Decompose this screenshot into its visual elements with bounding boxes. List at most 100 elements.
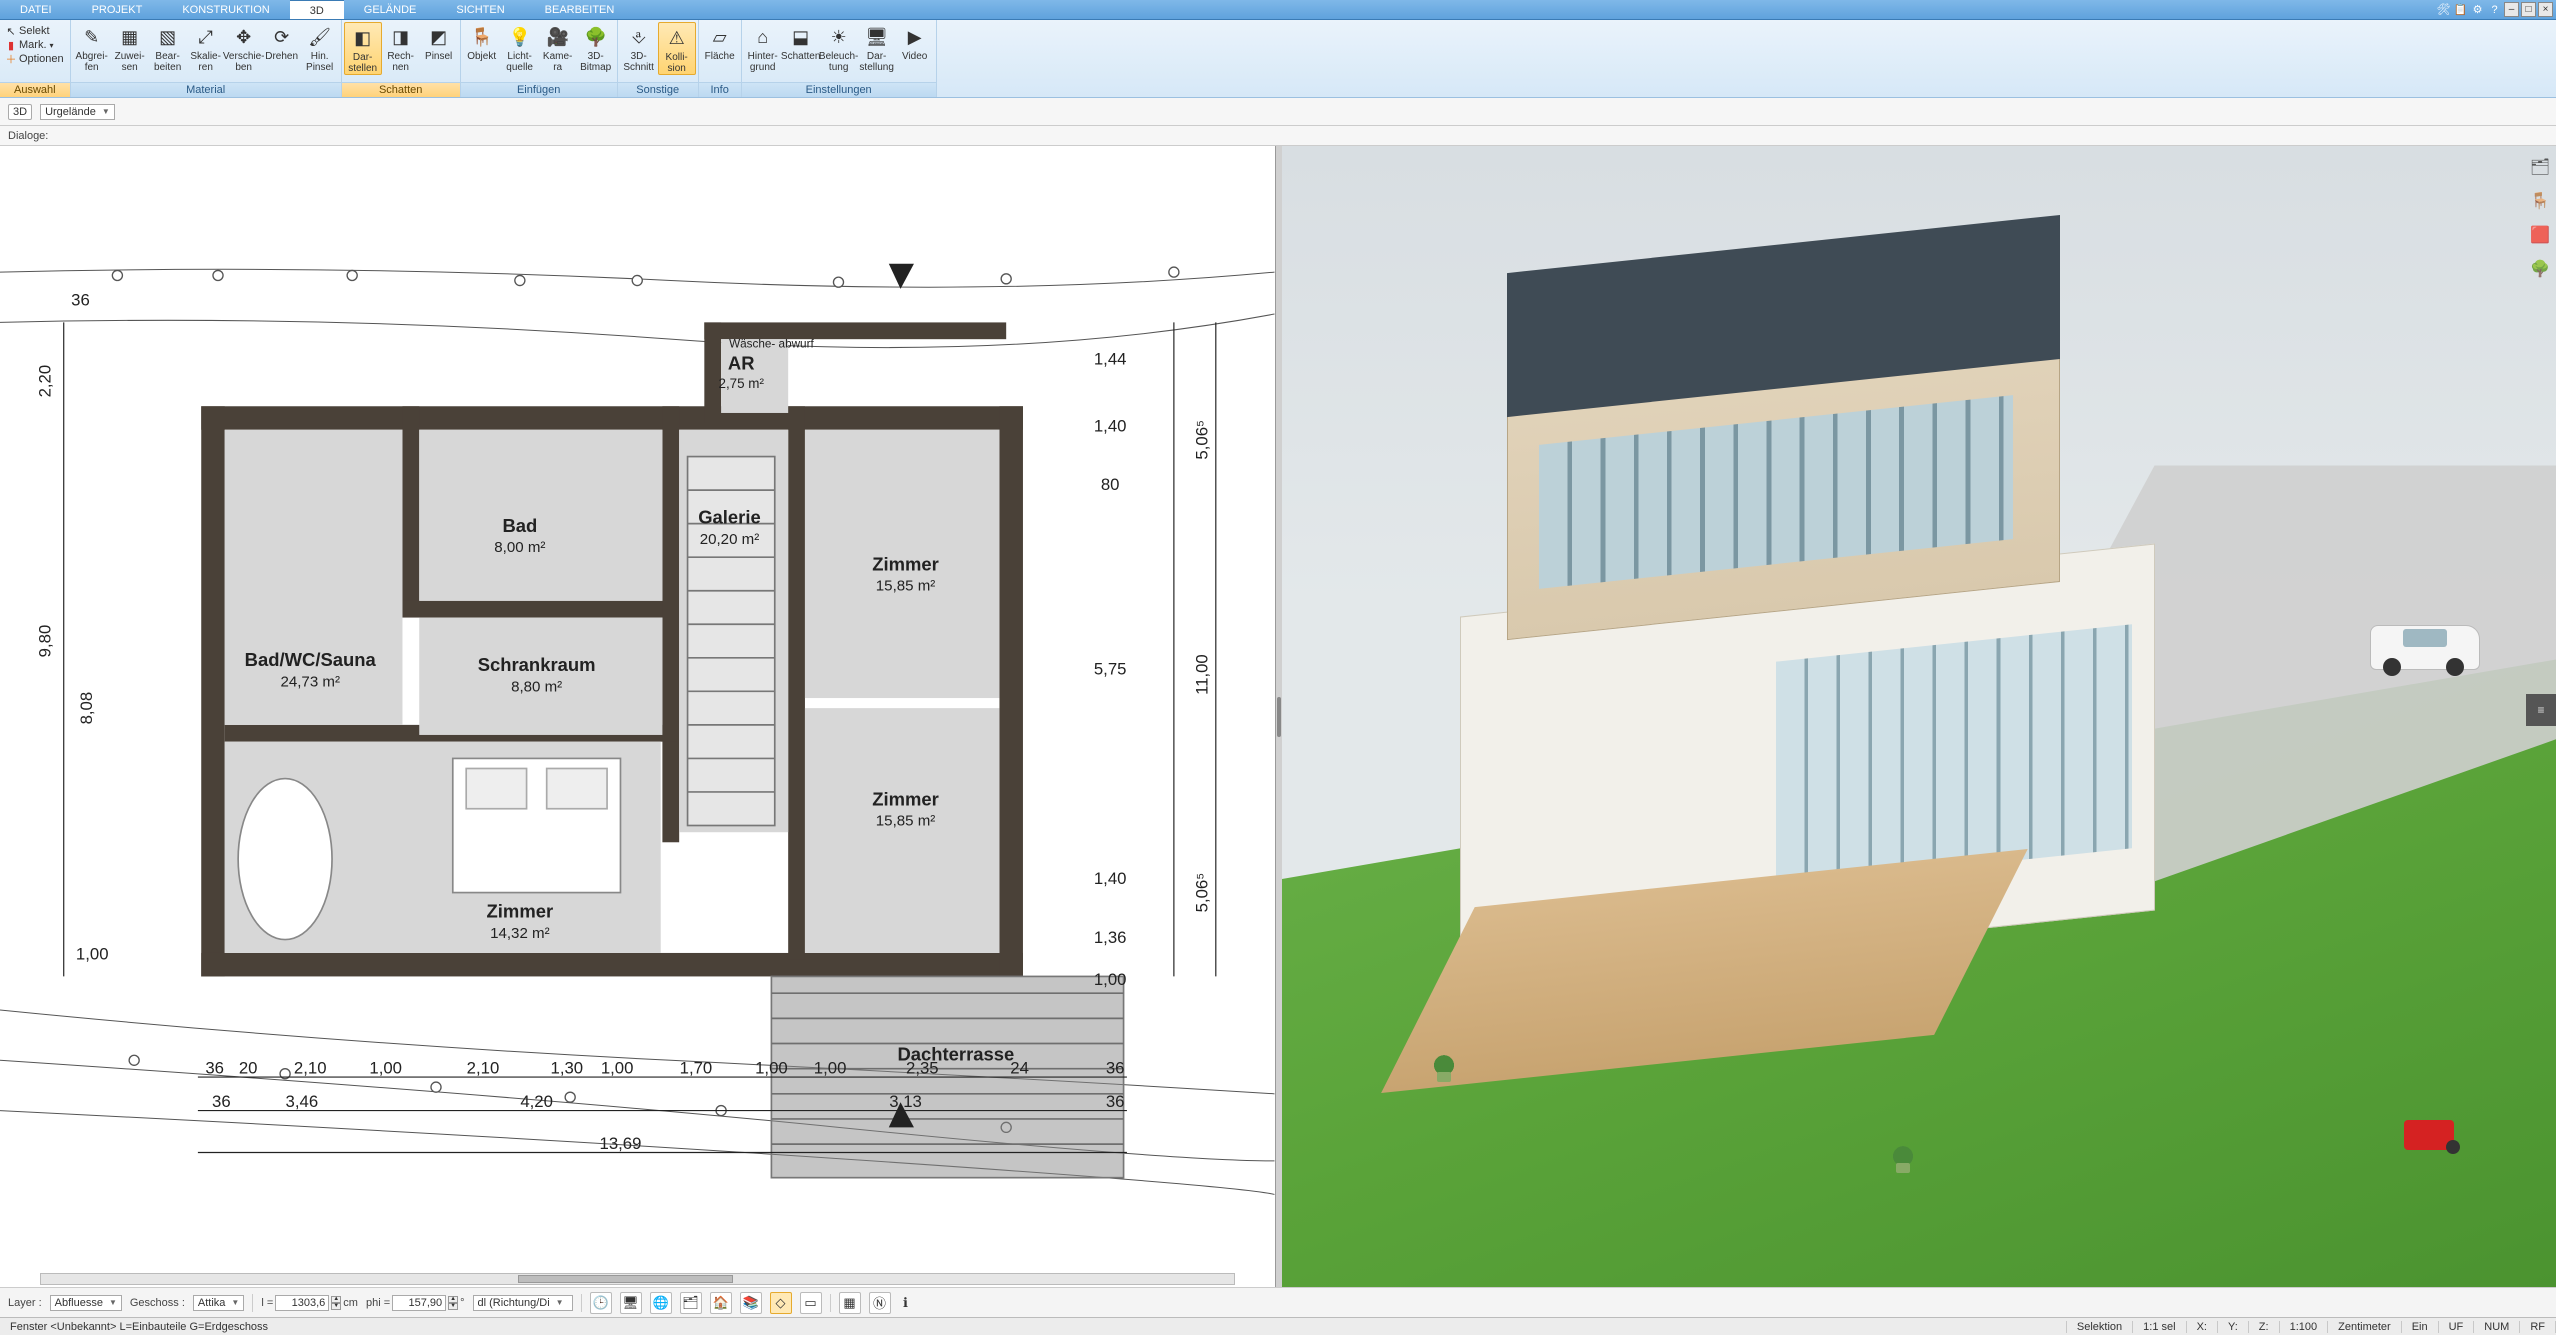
- clipboard-icon[interactable]: 📋: [2453, 2, 2468, 17]
- status-uf: UF: [2439, 1321, 2475, 1333]
- layers-icon[interactable]: 🗂: [2529, 156, 2551, 178]
- dialog-bar: Dialoge:: [0, 126, 2556, 146]
- svg-text:36: 36: [1106, 1092, 1125, 1111]
- einfuegen-lichtquelle[interactable]: 💡Licht- quelle: [501, 22, 539, 73]
- einst-video[interactable]: ▶Video: [896, 22, 934, 62]
- material-drehen[interactable]: ⟳Drehen: [263, 22, 301, 62]
- svg-text:20: 20: [239, 1059, 258, 1078]
- material-zuweisen[interactable]: ▦Zuwei- sen: [111, 22, 149, 73]
- window-minimize[interactable]: –: [2504, 2, 2519, 17]
- svg-text:3,46: 3,46: [286, 1092, 319, 1111]
- furniture-icon[interactable]: 🪑: [2529, 190, 2551, 212]
- material-hinpinsel[interactable]: 🖌Hin. Pinsel: [301, 22, 339, 73]
- plane-toggle-icon[interactable]: ▭: [800, 1292, 822, 1314]
- window-close[interactable]: ×: [2538, 2, 2553, 17]
- plus-icon: ＋: [6, 54, 16, 64]
- 3d-pane[interactable]: 🗂 🪑 🟥 🌳 ≡: [1282, 146, 2556, 1287]
- svg-text:Zimmer: Zimmer: [487, 901, 554, 922]
- ribbon-group-schatten: ◧Dar- stellen ◨Rech- nen ◩Pinsel Schatte…: [342, 20, 461, 97]
- einfuegen-3dbitmap[interactable]: 🌳3D- Bitmap: [577, 22, 615, 73]
- house-toggle-icon[interactable]: 🏠: [710, 1292, 732, 1314]
- assign-icon: ▦: [116, 25, 144, 49]
- tab-sichten[interactable]: SICHTEN: [436, 0, 524, 19]
- svg-text:Galerie: Galerie: [698, 507, 761, 528]
- einfuegen-kamera[interactable]: 🎥Kame- ra: [539, 22, 577, 73]
- status-left: Fenster <Unbekannt> L=Einbauteile G=Erdg…: [0, 1321, 2067, 1333]
- floorplan-scrollbar[interactable]: [40, 1273, 1235, 1285]
- terrain-combo[interactable]: Urgelände▼: [40, 104, 115, 120]
- sonstige-3dschnitt[interactable]: ⎀3D- Schnitt: [620, 22, 658, 73]
- svg-text:36: 36: [212, 1092, 231, 1111]
- layer-toggle-icon[interactable]: ◇: [770, 1292, 792, 1314]
- ribbon-label-schatten: Schatten: [342, 82, 460, 97]
- palette-icon[interactable]: 🟥: [2529, 224, 2551, 246]
- options-button[interactable]: ＋Optionen: [6, 53, 64, 65]
- sonstige-kollision[interactable]: ⚠Kolli- sion: [658, 22, 696, 75]
- mark-button[interactable]: ▮Mark.▾: [6, 39, 64, 51]
- svg-text:14,32 m²: 14,32 m²: [490, 925, 550, 942]
- length-spinner[interactable]: ▲▼: [331, 1296, 341, 1310]
- cursor-icon: ↖: [6, 26, 16, 36]
- car-model: [2370, 625, 2480, 670]
- context-bar: 3D Urgelände▼: [0, 98, 2556, 126]
- chair-icon: 🪑: [468, 25, 496, 49]
- svg-text:8,80 m²: 8,80 m²: [511, 678, 562, 695]
- schatten-rechnen[interactable]: ◨Rech- nen: [382, 22, 420, 73]
- tree-icon[interactable]: 🌳: [2529, 258, 2551, 280]
- einfuegen-objekt[interactable]: 🪑Objekt: [463, 22, 501, 62]
- svg-text:1,70: 1,70: [680, 1059, 713, 1078]
- svg-text:2,20: 2,20: [35, 365, 54, 398]
- svg-text:24: 24: [1010, 1059, 1029, 1078]
- compass-icon[interactable]: Ⓝ: [869, 1292, 891, 1314]
- help-icon[interactable]: ?: [2487, 2, 2502, 17]
- material-verschieben[interactable]: ✥Verschie- ben: [225, 22, 263, 73]
- layers-toggle-icon[interactable]: 🗂: [680, 1292, 702, 1314]
- status-unit: Zentimeter: [2328, 1321, 2402, 1333]
- svg-text:5,75: 5,75: [1094, 660, 1127, 679]
- einst-beleuchtung[interactable]: ☀Beleuch- tung: [820, 22, 858, 73]
- mower-model: [2404, 1120, 2454, 1150]
- material-skalieren[interactable]: ⤢Skalie- ren: [187, 22, 225, 73]
- layer-combo[interactable]: Abfluesse▼: [50, 1295, 122, 1311]
- eyedropper-icon: ✎: [78, 25, 106, 49]
- tab-gelaende[interactable]: GELÄNDE: [344, 0, 437, 19]
- wrench-icon[interactable]: 🛠: [2436, 2, 2451, 17]
- dl-combo[interactable]: dl (Richtung/Di▼: [473, 1295, 573, 1311]
- phi-spinner[interactable]: ▲▼: [448, 1296, 458, 1310]
- settings-icon[interactable]: ⚙: [2470, 2, 2485, 17]
- cube-shadow-icon: ◧: [349, 26, 377, 50]
- einst-darstellung[interactable]: 🖥Dar- stellung: [858, 22, 896, 73]
- einst-schatten[interactable]: ⬓Schatten: [782, 22, 820, 62]
- length-input[interactable]: 1303,6: [275, 1295, 329, 1311]
- svg-text:8,08: 8,08: [77, 692, 96, 725]
- brush-shadow-icon: ◩: [425, 25, 453, 49]
- tab-bearbeiten[interactable]: BEARBEITEN: [525, 0, 635, 19]
- info-flaeche[interactable]: ▱Fläche: [701, 22, 739, 62]
- scale-icon: ⤢: [192, 25, 220, 49]
- ribbon-group-sonstige: ⎀3D- Schnitt ⚠Kolli- sion Sonstige: [618, 20, 699, 97]
- status-y: Y:: [2218, 1321, 2249, 1333]
- right-tool-panel: 🗂 🪑 🟥 🌳: [2526, 156, 2554, 280]
- clock-icon[interactable]: 🕒: [590, 1292, 612, 1314]
- select-button[interactable]: ↖Selekt: [6, 25, 64, 37]
- floorplan-pane[interactable]: Bad/WC/Sauna 24,73 m² Bad 8,00 m² AR 2,7…: [0, 146, 1276, 1287]
- material-bearbeiten[interactable]: ▧Bear- beiten: [149, 22, 187, 73]
- right-panel-toggle[interactable]: ≡: [2526, 694, 2556, 726]
- einst-hintergrund[interactable]: ⌂Hinter- grund: [744, 22, 782, 73]
- grid-icon[interactable]: ▦: [839, 1292, 861, 1314]
- ribbon-group-material: ✎Abgrei- fen ▦Zuwei- sen ▧Bear- beiten ⤢…: [71, 20, 342, 97]
- tab-konstruktion[interactable]: KONSTRUKTION: [162, 0, 289, 19]
- tab-projekt[interactable]: PROJEKT: [72, 0, 163, 19]
- schatten-pinsel[interactable]: ◩Pinsel: [420, 22, 458, 62]
- stack-toggle-icon[interactable]: 📚: [740, 1292, 762, 1314]
- globe-icon[interactable]: 🌐: [650, 1292, 672, 1314]
- storey-combo[interactable]: Attika▼: [193, 1295, 244, 1311]
- tab-3d[interactable]: 3D: [290, 0, 344, 19]
- info-icon[interactable]: ℹ: [899, 1292, 913, 1314]
- schatten-darstellen[interactable]: ◧Dar- stellen: [344, 22, 382, 75]
- tab-datei[interactable]: DATEI: [0, 0, 72, 19]
- monitor-icon[interactable]: 🖥: [620, 1292, 642, 1314]
- phi-input[interactable]: 157,90: [392, 1295, 446, 1311]
- material-abgreifen[interactable]: ✎Abgrei- fen: [73, 22, 111, 73]
- window-maximize[interactable]: □: [2521, 2, 2536, 17]
